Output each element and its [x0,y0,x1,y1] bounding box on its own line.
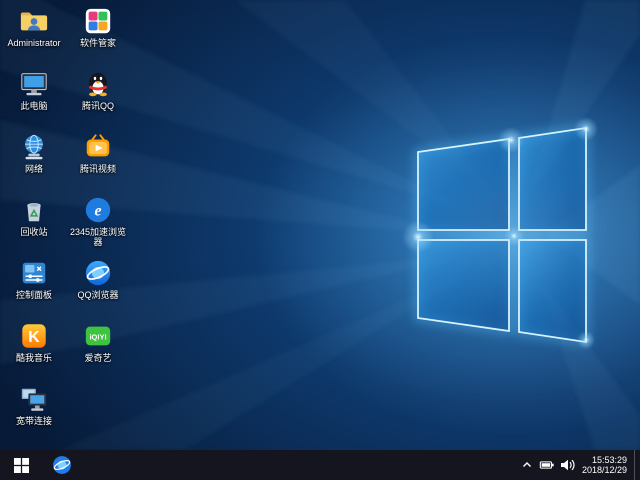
desktop-icon-grid: Administrator 此电脑 [4,4,128,445]
2345-browser-icon: e [83,195,113,225]
svg-text:iQIYI: iQIYI [89,332,106,341]
tencent-video-icon [83,132,113,162]
qq-browser-icon [83,258,113,288]
iqiyi-icon: iQIYI [83,321,113,351]
kuwo-music-icon: K [19,321,49,351]
desktop-icon-label: 腾讯QQ [82,101,114,111]
desktop-icon-label: 回收站 [20,227,47,237]
show-desktop-button[interactable] [634,450,640,480]
recycle-bin-icon [19,195,49,225]
windows-logo-icon [14,458,29,473]
volume-tray-button[interactable] [557,450,577,480]
clock-date: 2018/12/29 [582,465,627,476]
desktop-icon-label: 此电脑 [20,101,47,111]
speaker-icon [559,457,575,473]
desktop-icon-iqiyi[interactable]: iQIYI 爱奇艺 [68,319,128,382]
broadband-connection-icon [19,384,49,414]
taskbar-clock[interactable]: 15:53:29 2018/12/29 [577,450,634,480]
desktop-icon-recycle-bin[interactable]: 回收站 [4,193,64,256]
desktop-icon-kuwo-music[interactable]: K 酷我音乐 [4,319,64,382]
control-panel-icon [19,258,49,288]
desktop-icon-this-pc[interactable]: 此电脑 [4,67,64,130]
svg-text:e: e [94,203,101,220]
desktop-icon-label: 爱奇艺 [84,353,111,363]
desktop-icon-label: 酷我音乐 [16,353,52,363]
desktop-icon-network[interactable]: 网络 [4,130,64,193]
clock-time: 15:53:29 [582,455,627,466]
taskbar: 15:53:29 2018/12/29 [0,450,640,480]
system-tray: 15:53:29 2018/12/29 [517,450,640,480]
desktop-icon-label: 2345加速浏览器 [68,227,128,247]
desktop-icon-software-manager[interactable]: 软件管家 [68,4,128,67]
computer-icon [19,69,49,99]
desktop-icon-control-panel[interactable]: 控制面板 [4,256,64,319]
desktop-icon-administrator[interactable]: Administrator [4,4,64,67]
desktop-icon-label: 控制面板 [16,290,52,300]
network-icon [19,132,49,162]
desktop-icon-qq-browser[interactable]: QQ浏览器 [68,256,128,319]
battery-icon [539,457,555,473]
qq-browser-icon [51,454,73,476]
battery-tray-button[interactable] [537,450,557,480]
chevron-up-icon [521,459,533,471]
tray-expand-button[interactable] [517,450,537,480]
desktop[interactable]: Administrator 此电脑 [0,0,640,450]
desktop-icon-label: 软件管家 [80,38,116,48]
desktop-icon-tencent-video[interactable]: 腾讯视频 [68,130,128,193]
desktop-icon-broadband-connection[interactable]: 宽带连接 [4,382,64,445]
user-folder-icon [19,6,49,36]
desktop-icon-label: 宽带连接 [16,416,52,426]
taskbar-qq-browser-button[interactable] [42,450,82,480]
desktop-icon-label: 腾讯视频 [80,164,116,174]
desktop-icon-2345-browser[interactable]: e 2345加速浏览器 [68,193,128,256]
desktop-icon-label: Administrator [7,38,60,48]
software-manager-icon [83,6,113,36]
start-button[interactable] [0,450,42,480]
qq-penguin-icon [83,69,113,99]
svg-text:K: K [28,329,40,346]
desktop-icon-tencent-qq[interactable]: 腾讯QQ [68,67,128,130]
desktop-icon-label: 网络 [25,164,43,174]
desktop-icon-label: QQ浏览器 [77,290,118,300]
